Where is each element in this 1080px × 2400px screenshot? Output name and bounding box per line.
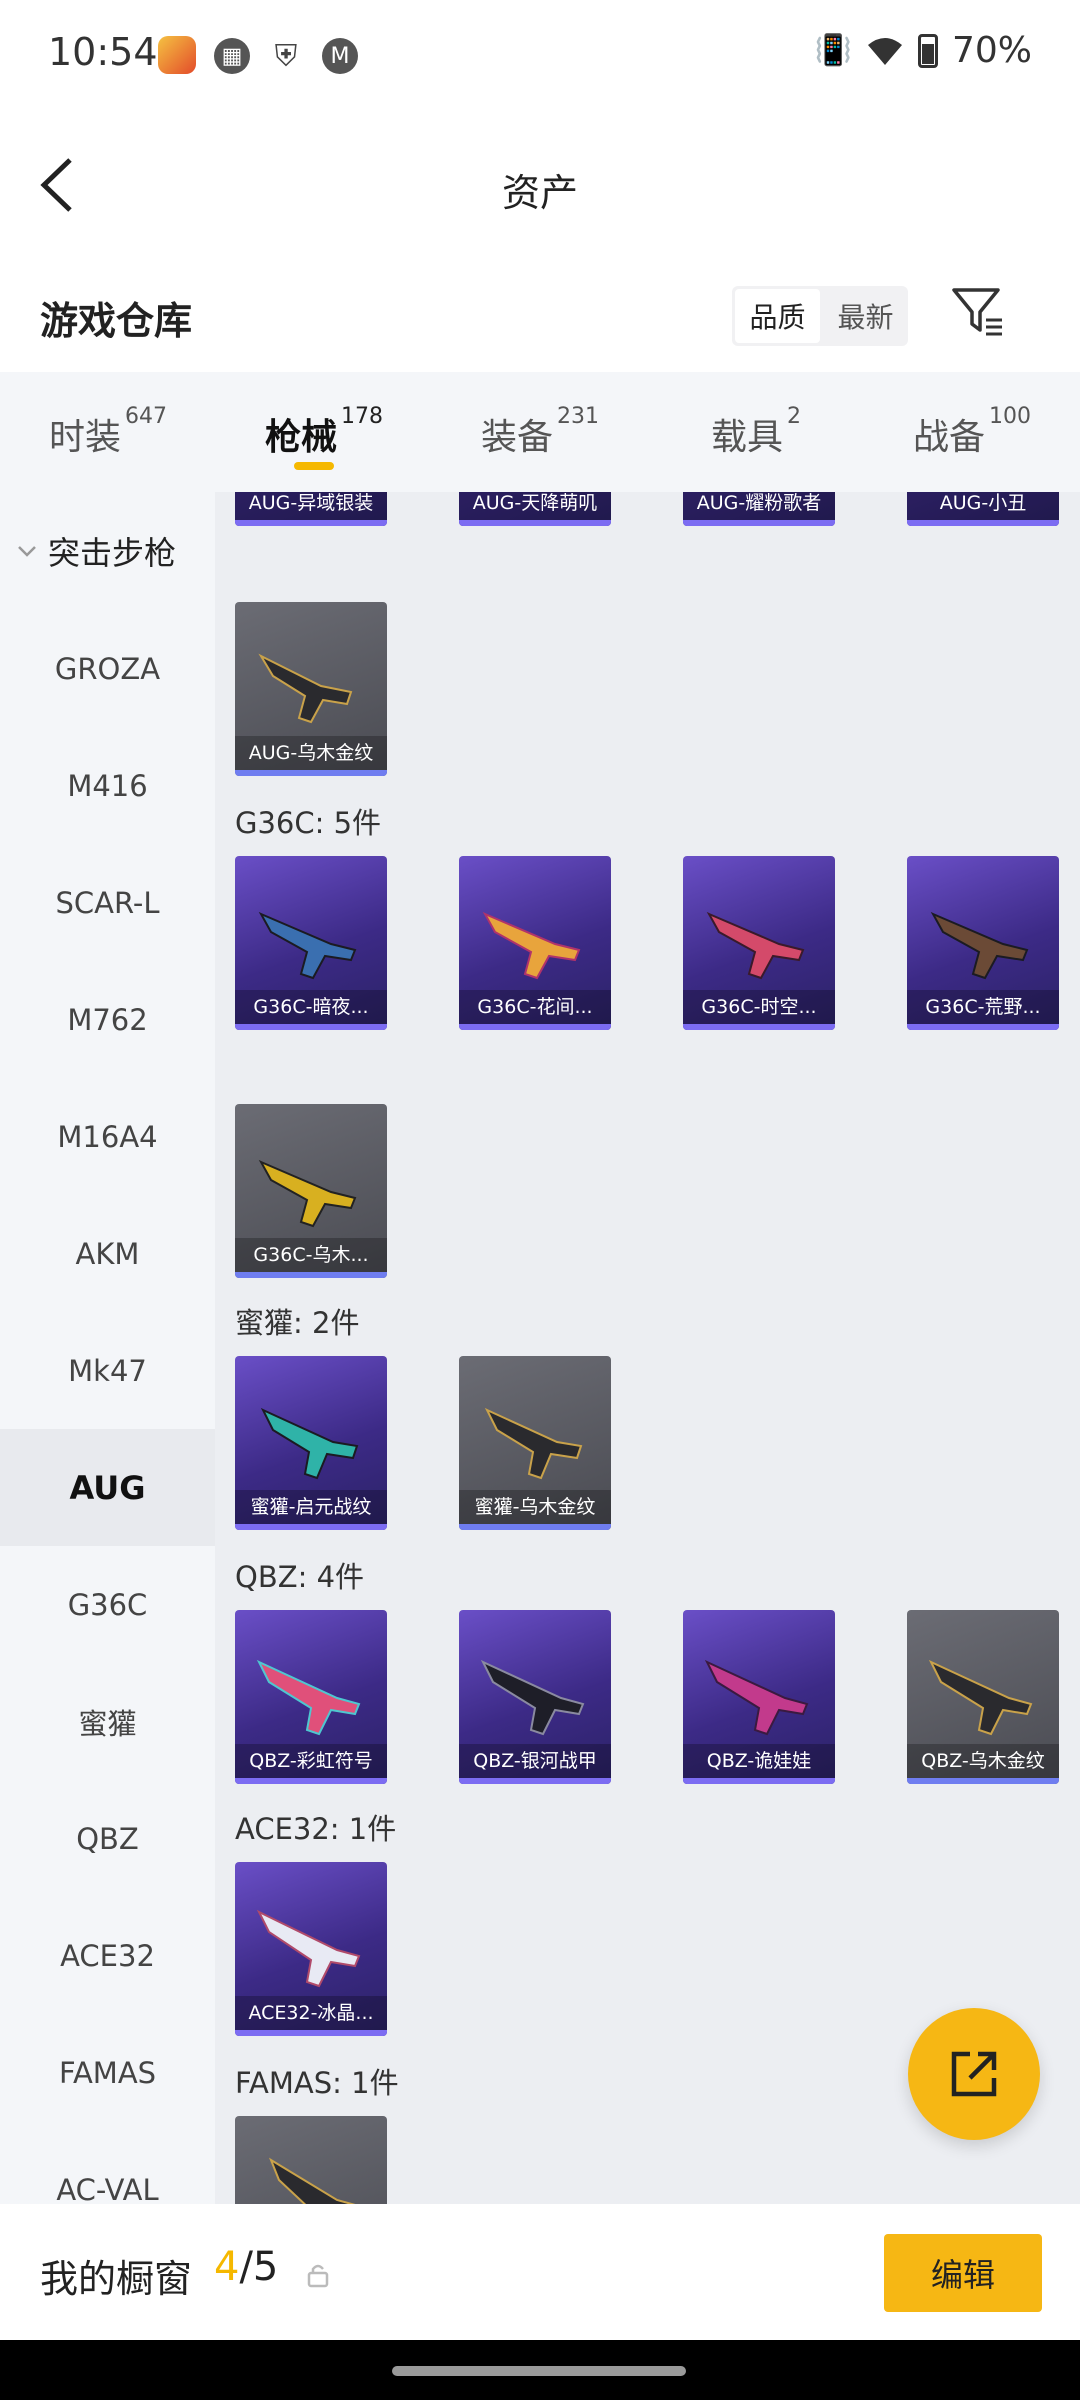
- weapon-card[interactable]: AUG-乌木金纹: [235, 602, 387, 776]
- weapon-card[interactable]: G36C-时空...: [683, 856, 835, 1030]
- weapon-card[interactable]: AUG-小丑: [907, 492, 1059, 526]
- rifle-icon: [930, 911, 1029, 980]
- sidebar-item-ac-val[interactable]: AC-VAL: [0, 2131, 215, 2205]
- rifle-icon: [260, 1407, 359, 1480]
- group-label-g36c: G36C: 5件: [235, 806, 382, 840]
- group-label-qbz: QBZ: 4件: [235, 1560, 365, 1594]
- weapon-card[interactable]: QBZ-银河战甲: [459, 1610, 611, 1784]
- sidebar-item-g36c[interactable]: G36C: [0, 1546, 215, 1663]
- sidebar-item-m416[interactable]: M416: [0, 727, 215, 844]
- sidebar-item-groza[interactable]: GROZA: [0, 610, 215, 727]
- weapon-card[interactable]: AUG-耀粉歌者: [683, 492, 835, 526]
- showcase-bar: 我的橱窗 4/5 编辑: [0, 2204, 1080, 2340]
- rifle-icon: [258, 911, 357, 980]
- section-header: 游戏仓库 品质 最新: [0, 260, 1080, 372]
- vibrate-icon: 📳: [814, 33, 852, 68]
- rifle-icon: [256, 1659, 361, 1736]
- sort-toggle: 品质 最新: [732, 286, 908, 346]
- group-label-famas: FAMAS: 1件: [235, 2066, 399, 2100]
- sidebar-item-honey-badger[interactable]: 蜜獾: [0, 1663, 215, 1780]
- weapon-card[interactable]: G36C-乌木...: [235, 1104, 387, 1278]
- weapon-sidebar: 突击步枪 GROZA M416 SCAR-L M762 M16A4 AKM Mk…: [0, 492, 215, 2204]
- weapon-card[interactable]: QBZ-乌木金纹: [907, 1610, 1059, 1784]
- shield-icon: ⛨: [274, 38, 298, 74]
- weapon-card[interactable]: 蜜獾-乌木金纹: [459, 1356, 611, 1530]
- header: 资产: [0, 110, 1080, 260]
- sidebar-group-assault-rifles[interactable]: 突击步枪: [0, 492, 215, 610]
- rifle-icon: [258, 653, 353, 724]
- tab-firearms[interactable]: 枪械 178: [216, 372, 432, 492]
- rifle-icon: [704, 1659, 809, 1736]
- group-label-honey-badger: 蜜獾: 2件: [235, 1306, 360, 1340]
- weapon-card[interactable]: G36C-荒野...: [907, 856, 1059, 1030]
- sidebar-item-qbz[interactable]: QBZ: [0, 1780, 215, 1897]
- group-label-ace32: ACE32: 1件: [235, 1812, 397, 1846]
- sidebar-item-aug[interactable]: AUG: [0, 1429, 215, 1546]
- wifi-icon: [867, 37, 902, 65]
- active-tab-indicator: [294, 462, 334, 470]
- tab-supplies[interactable]: 战备 100: [864, 372, 1080, 492]
- rifle-icon: [256, 1909, 361, 1988]
- rifle-icon: [484, 1407, 583, 1480]
- sidebar-item-scar-l[interactable]: SCAR-L: [0, 844, 215, 961]
- status-right: 📳 70%: [815, 30, 1032, 71]
- motorola-icon: M: [322, 38, 358, 74]
- weapon-card[interactable]: G36C-花间...: [459, 856, 611, 1030]
- rifle-icon: [480, 1659, 585, 1736]
- sidebar-item-akm[interactable]: AKM: [0, 1195, 215, 1312]
- calendar-icon: ▦: [214, 38, 250, 74]
- rifle-icon: [706, 911, 805, 980]
- battery-icon: [917, 33, 938, 68]
- rifle-icon: [258, 1159, 357, 1228]
- page-title: 资产: [501, 171, 578, 215]
- status-bar: 10:54 ▦ ⛨ M 📳 70%: [0, 0, 1080, 110]
- share-button[interactable]: [908, 2008, 1040, 2140]
- category-tabs: 时装 647 枪械 178 装备 231 载具 2 战备 100: [0, 372, 1080, 492]
- weapon-card[interactable]: G36C-暗夜...: [235, 856, 387, 1030]
- status-time: 10:54: [48, 30, 158, 74]
- battery-level: 70%: [951, 30, 1032, 71]
- tab-vehicles[interactable]: 载具 2: [648, 372, 864, 492]
- rifle-icon: [482, 911, 581, 980]
- sidebar-item-m762[interactable]: M762: [0, 961, 215, 1078]
- sort-newest-button[interactable]: 最新: [823, 286, 908, 346]
- showcase-count: 4/5: [214, 2244, 279, 2290]
- share-icon: [951, 2051, 997, 2097]
- filter-icon[interactable]: [950, 284, 1006, 340]
- rifle-icon: [928, 1659, 1033, 1736]
- weapon-card[interactable]: QBZ-彩虹符号: [235, 1610, 387, 1784]
- tab-fashion[interactable]: 时装 647: [0, 372, 216, 492]
- weapon-card[interactable]: AUG-异域银装: [235, 492, 387, 526]
- tab-equipment[interactable]: 装备 231: [432, 372, 648, 492]
- lock-icon: [307, 2264, 329, 2288]
- weapon-card[interactable]: QBZ-诡娃娃: [683, 1610, 835, 1784]
- showcase-label: 我的橱窗: [40, 2257, 193, 2301]
- weapon-card[interactable]: AUG-天降萌叽: [459, 492, 611, 526]
- weapon-grid: AUG-异域银装 AUG-天降萌叽 AUG-耀粉歌者 AUG-小丑 AUG-乌木…: [215, 492, 1080, 2204]
- game-app-icon: [158, 36, 196, 74]
- weapon-card[interactable]: [235, 2116, 387, 2204]
- home-indicator[interactable]: [392, 2366, 686, 2376]
- weapon-card[interactable]: 蜜獾-启元战纹: [235, 1356, 387, 1530]
- sidebar-item-ace32[interactable]: ACE32: [0, 1897, 215, 2014]
- section-title: 游戏仓库: [40, 299, 193, 343]
- rifle-icon: [268, 2157, 356, 2204]
- sidebar-item-famas[interactable]: FAMAS: [0, 2014, 215, 2131]
- edit-button[interactable]: 编辑: [884, 2234, 1042, 2312]
- weapon-card[interactable]: ACE32-冰晶...: [235, 1862, 387, 2036]
- sidebar-item-mk47[interactable]: Mk47: [0, 1312, 215, 1429]
- sort-quality-button[interactable]: 品质: [735, 289, 820, 343]
- sidebar-item-m16a4[interactable]: M16A4: [0, 1078, 215, 1195]
- chevron-down-icon: [18, 546, 36, 557]
